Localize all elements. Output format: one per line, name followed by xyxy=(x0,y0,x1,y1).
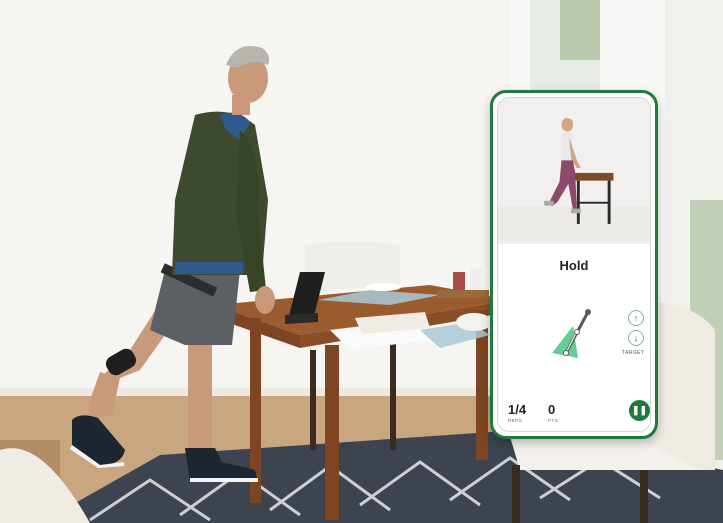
chevron-down-icon[interactable]: ↓ xyxy=(628,330,644,346)
reps-stat: 1/4 REPS xyxy=(508,402,526,423)
home-indicator[interactable] xyxy=(548,431,610,432)
chevron-up-icon[interactable]: ↑ xyxy=(628,310,644,326)
reps-label: REPS xyxy=(508,418,523,423)
exercise-demo-video xyxy=(498,98,650,244)
points-value: 0 xyxy=(548,402,556,417)
pause-button[interactable]: ❚❚ xyxy=(629,400,650,421)
target-label: TARGET xyxy=(622,350,645,356)
phone-mockup: Hold ↑ ↓ TARGET 1/4 REPS 0 PTS ❚❚ xyxy=(490,90,658,439)
points-label: PTS xyxy=(548,418,559,423)
reps-value: 1/4 xyxy=(508,402,527,417)
exercise-status-label: Hold xyxy=(559,258,589,273)
knee-angle-gauge-icon xyxy=(552,309,591,358)
pause-icon: ❚❚ xyxy=(631,405,648,415)
points-stat: 0 PTS xyxy=(548,402,558,423)
phone-screen: Hold ↑ ↓ TARGET 1/4 REPS 0 PTS ❚❚ xyxy=(497,97,651,432)
